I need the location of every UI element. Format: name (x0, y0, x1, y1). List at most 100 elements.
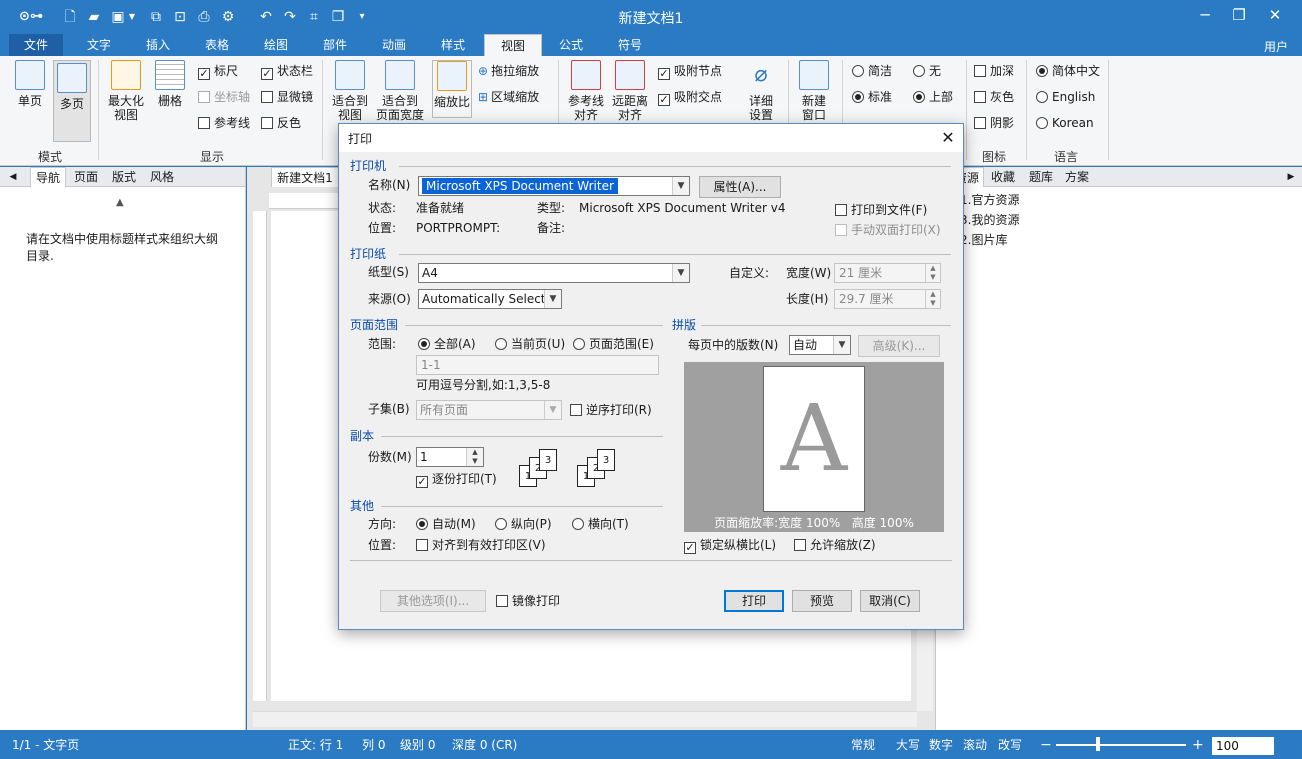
drag-zoom-button[interactable]: ⊕ 拖拉缩放 (478, 62, 539, 80)
radio-orient-auto[interactable]: 自动(M) (416, 515, 476, 533)
advanced-button[interactable]: 高级(K)... (858, 335, 940, 357)
preview-button[interactable]: 预览 (792, 590, 852, 612)
document-tab[interactable]: 新建文档1 (271, 167, 339, 187)
tab-layout[interactable]: 版式 (106, 167, 142, 187)
tab-parts[interactable]: 部件 (308, 34, 362, 56)
zoom-slider[interactable] (1056, 744, 1186, 746)
region-zoom-button[interactable]: ⊞ 区域缩放 (478, 88, 539, 106)
new-window-button[interactable]: 新建 窗口 (796, 60, 832, 122)
tab-navigation[interactable]: 导航 (30, 167, 66, 187)
single-page-button[interactable]: 单页 (10, 60, 50, 108)
status-num[interactable]: 数字 (929, 736, 953, 754)
radio-lang-zh[interactable]: 简体中文 (1036, 62, 1100, 80)
list-item[interactable]: ⚲1.官方资源 (944, 191, 1019, 209)
tab-text[interactable]: 文字 (72, 34, 126, 56)
pane-collapse-icon[interactable]: ◀ (6, 167, 20, 187)
reference-line-checkbox[interactable]: 参考线 (198, 114, 250, 132)
zoom-ratio-button[interactable]: 缩放比 (432, 60, 472, 118)
snap-intersection-checkbox[interactable]: ✓ 吸附交点 (658, 88, 722, 106)
fit-page-width-button[interactable]: 适合到 页面宽度 (374, 60, 426, 122)
more-options-button[interactable]: 其他选项(I)... (380, 590, 486, 612)
status-scroll[interactable]: 滚动 (963, 736, 987, 754)
ref-line-align-button[interactable]: 参考线 对齐 (566, 60, 606, 122)
tab-file[interactable]: 文件 (9, 34, 63, 56)
microscope-checkbox[interactable]: 显微镜 (261, 88, 313, 106)
radio-top[interactable]: 上部 (913, 88, 953, 106)
tab-animation[interactable]: 动画 (367, 34, 421, 56)
mirror-print-checkbox[interactable]: 镜像打印 (496, 592, 560, 610)
close-window-button[interactable]: ✕ (1258, 4, 1292, 28)
grid-button[interactable]: 栅格 (152, 60, 188, 108)
collate-checkbox[interactable]: ✓ 逐份打印(T) (416, 470, 497, 488)
status-overwrite[interactable]: 改写 (998, 736, 1022, 754)
radio-range-all[interactable]: 全部(A) (418, 335, 476, 353)
cancel-button[interactable]: 取消(C) (860, 590, 920, 612)
tab-style[interactable]: 样式 (426, 34, 480, 56)
printer-name-select[interactable]: Microsoft XPS Document Writer ▼ (418, 176, 690, 196)
radio-orient-landscape[interactable]: 横向(T) (572, 515, 629, 533)
zoom-input[interactable]: 100 (1212, 737, 1274, 755)
maximize-view-button[interactable]: 最大化 视图 (104, 60, 148, 122)
tab-question-bank[interactable]: 题库 (1024, 167, 1058, 187)
copies-spinner[interactable]: 1 ▲ ▼ (416, 447, 484, 467)
fit-view-button[interactable]: 适合到 视图 (330, 60, 370, 122)
radio-range-pages[interactable]: 页面范围(E) (573, 335, 654, 353)
shadow-checkbox[interactable]: 阴影 (974, 114, 1014, 132)
vertical-ruler[interactable] (253, 211, 267, 701)
manual-duplex-checkbox[interactable]: 手动双面打印(X) (835, 221, 941, 239)
height-spinner[interactable]: 29.7 厘米 ▲ ▼ (834, 289, 941, 309)
radio-simple[interactable]: 简洁 (852, 62, 892, 80)
radio-lang-ko[interactable]: Korean (1036, 114, 1094, 132)
allow-scale-checkbox[interactable]: 允许缩放(Z) (794, 536, 876, 554)
range-input[interactable]: 1-1 (416, 355, 659, 375)
radio-standard[interactable]: 标准 (852, 88, 892, 106)
status-mode[interactable]: 常规 (851, 736, 875, 754)
gray-checkbox[interactable]: 灰色 (974, 88, 1014, 106)
zoom-out-icon[interactable]: − (1040, 736, 1052, 754)
pages-per-sheet-select[interactable]: 自动 ▼ (789, 335, 851, 355)
tab-insert[interactable]: 插入 (131, 34, 185, 56)
print-to-file-checkbox[interactable]: 打印到文件(F) (835, 201, 927, 219)
tab-plans[interactable]: 方案 (1060, 167, 1094, 187)
source-select[interactable]: Automatically Select ▼ (418, 289, 562, 309)
pane-expand-icon[interactable]: ▶ (1284, 167, 1298, 187)
deepen-checkbox[interactable]: 加深 (974, 62, 1014, 80)
maximize-button[interactable]: ❐ (1222, 4, 1256, 28)
horizontal-scrollbar[interactable] (253, 711, 917, 727)
paper-type-select[interactable]: A4 ▼ (418, 263, 690, 283)
coord-axis-checkbox[interactable]: 坐标轴 (198, 88, 250, 106)
radio-orient-portrait[interactable]: 纵向(P) (495, 515, 552, 533)
width-spinner[interactable]: 21 厘米 ▲ ▼ (834, 263, 941, 283)
reverse-print-checkbox[interactable]: 逆序打印(R) (570, 401, 652, 419)
user-button[interactable]: 用户 (1264, 38, 1288, 55)
tab-view[interactable]: 视图 (484, 34, 542, 56)
lock-ratio-checkbox[interactable]: ✓ 锁定纵横比(L) (684, 536, 776, 554)
tab-style-pane[interactable]: 风格 (144, 167, 180, 187)
tab-formula[interactable]: 公式 (544, 34, 598, 56)
list-item[interactable]: ⚲2.图片库 (944, 231, 1007, 249)
tab-symbol[interactable]: 符号 (603, 34, 657, 56)
multi-page-button[interactable]: 多页 (53, 60, 91, 142)
radio-none[interactable]: 无 (913, 62, 941, 80)
tab-favorites[interactable]: 收藏 (986, 167, 1020, 187)
tab-pages[interactable]: 页面 (68, 167, 104, 187)
dialog-close-icon[interactable]: ✕ (937, 127, 959, 149)
minimize-button[interactable]: ─ (1188, 4, 1222, 28)
distance-align-button[interactable]: 远距离 对齐 (610, 60, 650, 122)
status-caps[interactable]: 大写 (896, 736, 920, 754)
zoom-slider-thumb[interactable] (1096, 737, 1100, 751)
subset-select[interactable]: 所有页面 ▼ (416, 400, 562, 420)
snap-node-checkbox[interactable]: ✓ 吸附节点 (658, 62, 722, 80)
invert-checkbox[interactable]: 反色 (261, 114, 301, 132)
detail-settings-button[interactable]: ⌀ 详细 设置 (742, 60, 780, 122)
align-printable-checkbox[interactable]: 对齐到有效打印区(V) (416, 536, 546, 554)
print-button[interactable]: 打印 (724, 590, 784, 612)
status-bar-checkbox[interactable]: ✓ 状态栏 (261, 62, 313, 80)
properties-button[interactable]: 属性(A)... (699, 176, 781, 198)
collapse-up-icon[interactable]: ▲ (116, 197, 124, 208)
radio-range-current[interactable]: 当前页(U) (495, 335, 565, 353)
ruler-checkbox[interactable]: ✓ 标尺 (198, 62, 238, 80)
tab-draw[interactable]: 绘图 (249, 34, 303, 56)
radio-lang-en[interactable]: English (1036, 88, 1095, 106)
zoom-in-icon[interactable]: + (1192, 736, 1204, 754)
